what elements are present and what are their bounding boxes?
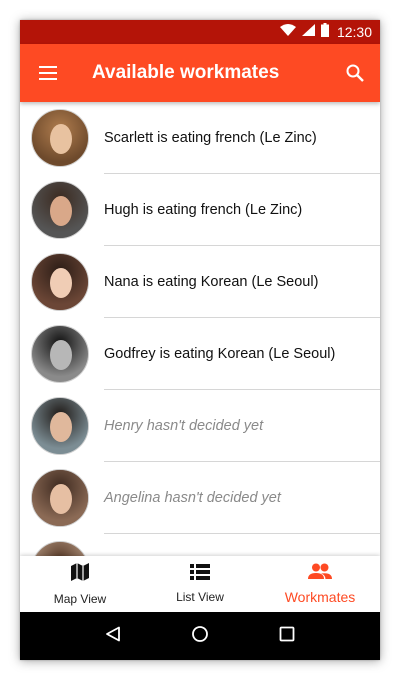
- workmate-row[interactable]: Hugh is eating french (Le Zinc): [20, 174, 380, 246]
- back-icon[interactable]: [105, 626, 121, 647]
- phone-screen: 12:30 Available workmates Scarlett is ea…: [20, 20, 380, 660]
- workmate-status: Scarlett is eating french (Le Zinc): [104, 130, 317, 146]
- search-icon[interactable]: [330, 44, 380, 102]
- workmate-status: Henry hasn't decided yet: [104, 418, 264, 434]
- page-title: Available workmates: [92, 62, 280, 83]
- system-navigation-bar: [20, 612, 380, 660]
- signal-icon: [301, 23, 315, 41]
- avatar: [31, 469, 89, 527]
- workmate-row[interactable]: Henry hasn't decided yet: [20, 390, 380, 462]
- workmate-row[interactable]: Nana is eating Korean (Le Seoul): [20, 246, 380, 318]
- bottom-navigation: Map View List View Workmates: [20, 556, 380, 612]
- nav-label: List View: [176, 590, 224, 604]
- battery-icon: [320, 22, 329, 42]
- nav-workmates[interactable]: Workmates: [260, 556, 380, 612]
- workmate-status: Angelina hasn't decided yet: [104, 490, 281, 506]
- app-bar: Available workmates: [20, 44, 380, 102]
- workmate-row[interactable]: Angelina hasn't decided yet: [20, 462, 380, 534]
- people-icon: [308, 563, 332, 584]
- avatar: [31, 325, 89, 383]
- menu-icon[interactable]: [20, 44, 76, 102]
- wifi-icon: [279, 23, 296, 41]
- map-icon: [70, 562, 90, 587]
- workmate-status: Nana is eating Korean (Le Seoul): [104, 274, 319, 290]
- nav-map-view[interactable]: Map View: [20, 556, 140, 612]
- recents-icon[interactable]: [279, 626, 295, 647]
- nav-label: Map View: [53, 592, 107, 606]
- avatar: [31, 253, 89, 311]
- nav-label: Workmates: [284, 589, 356, 605]
- list-icon: [190, 564, 210, 585]
- avatar: [31, 181, 89, 239]
- status-bar: 12:30: [20, 20, 380, 44]
- workmates-list[interactable]: Scarlett is eating french (Le Zinc) Hugh…: [20, 102, 380, 556]
- nav-list-view[interactable]: List View: [140, 556, 260, 612]
- status-time: 12:30: [336, 24, 372, 40]
- workmate-row[interactable]: Scarlett is eating french (Le Zinc): [20, 102, 380, 174]
- avatar: [31, 541, 89, 556]
- home-icon[interactable]: [191, 625, 209, 648]
- workmate-status: Hugh is eating french (Le Zinc): [104, 202, 303, 218]
- workmate-status: Godfrey is eating Korean (Le Seoul): [104, 346, 336, 362]
- workmate-row[interactable]: [20, 534, 380, 556]
- workmate-row[interactable]: Godfrey is eating Korean (Le Seoul): [20, 318, 380, 390]
- avatar: [31, 109, 89, 167]
- avatar: [31, 397, 89, 455]
